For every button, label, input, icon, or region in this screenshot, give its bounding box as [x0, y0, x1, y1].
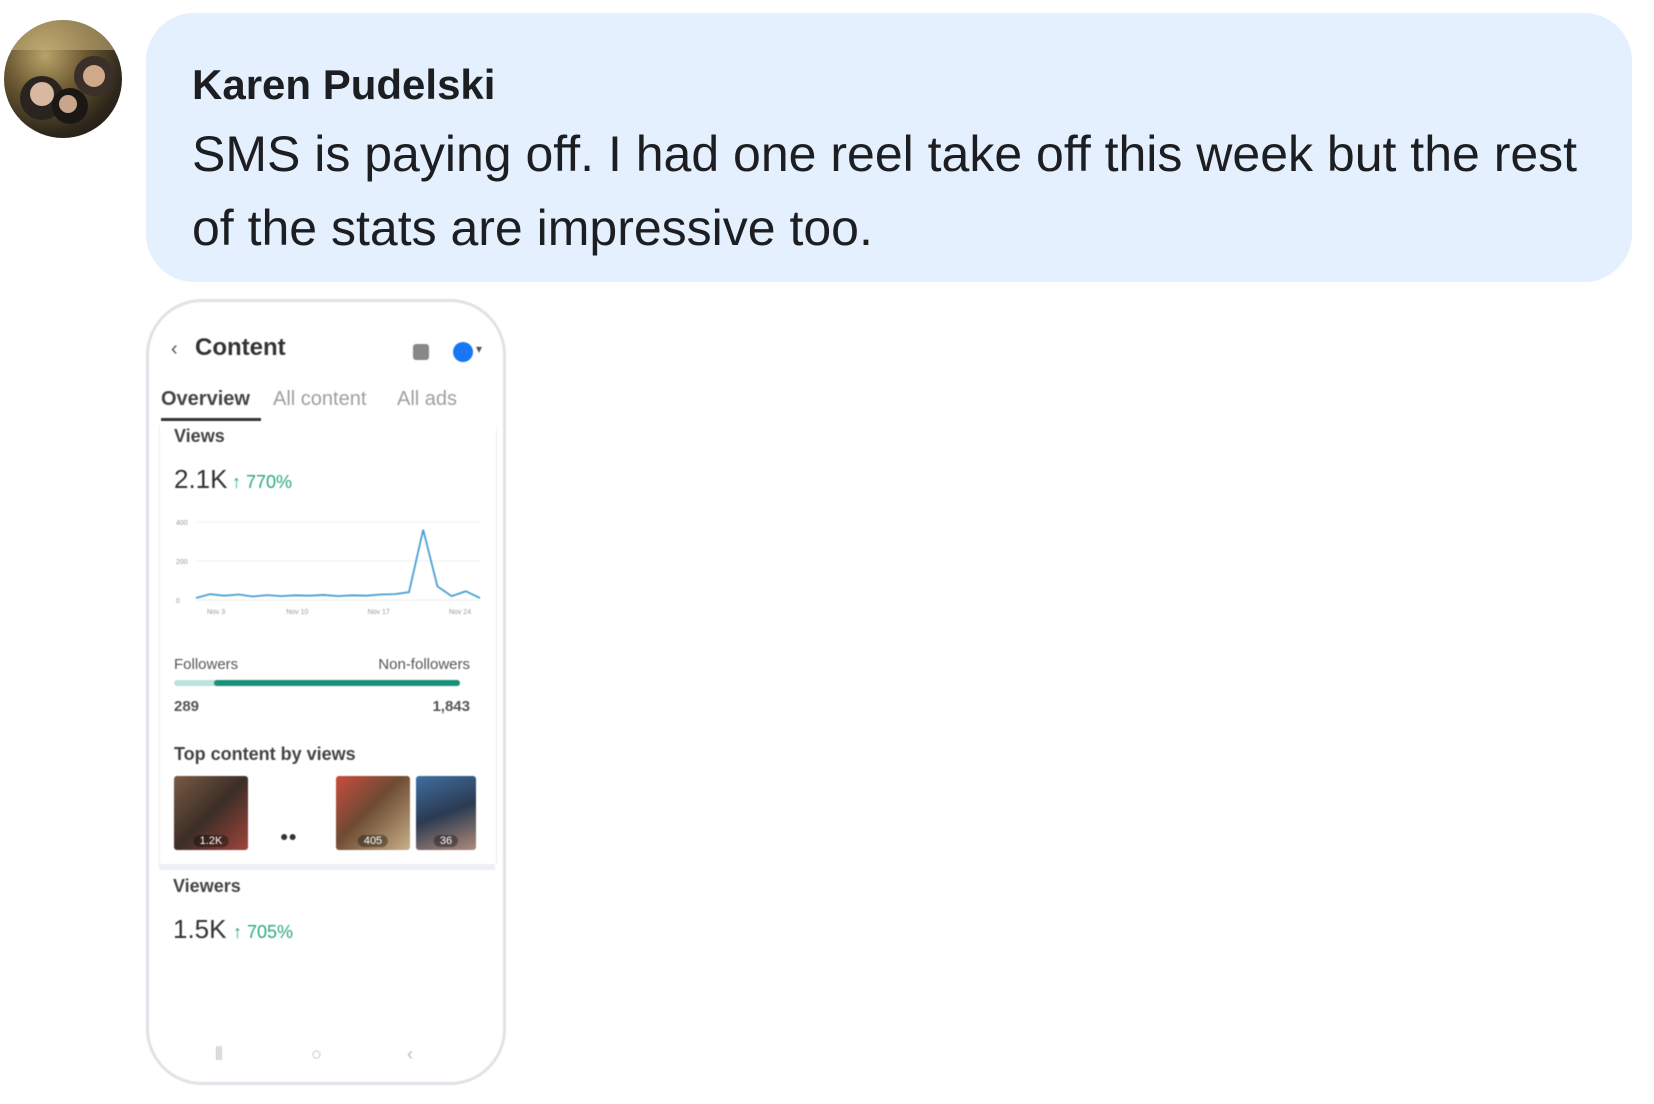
views-change: ↑ 770% [232, 472, 293, 492]
views-chart: 400 200 0 Nov 3 Nov 10 Nov 17 Nov 24 [176, 520, 481, 616]
thumb-1-views: 1.2K [193, 835, 229, 847]
home-icon: ○ [311, 1044, 322, 1064]
thumb-3-views: 405 [357, 835, 389, 847]
top-content-thumb-3: 405 [336, 776, 410, 850]
screenshot-header: ‹ Content ▾ [149, 332, 503, 372]
comment-bubble: Karen Pudelski SMS is paying off. I had … [146, 13, 1632, 282]
x-tick-label: Nov 17 [368, 609, 390, 616]
caret-down-icon: ▾ [476, 342, 483, 356]
facebook-icon [453, 342, 473, 362]
top-content-label: Top content by views [174, 744, 356, 764]
thumb-4-views: 36 [433, 835, 459, 847]
avatar[interactable] [4, 20, 122, 138]
tab-overview: Overview [161, 388, 250, 410]
views-value: 2.1K [174, 464, 228, 494]
back-icon: ‹ [407, 1044, 413, 1064]
chevron-left-icon: ‹ [171, 338, 178, 360]
top-content-thumb-1: 1.2K [174, 776, 248, 850]
followers-value: 289 [174, 698, 200, 715]
viewers-label: Viewers [173, 876, 241, 896]
x-tick-label: Nov 10 [286, 609, 308, 616]
y-tick-label: 0 [176, 598, 180, 605]
nonfollowers-label: Non-followers [378, 656, 470, 673]
views-series-line [195, 529, 481, 599]
calendar-icon [413, 344, 429, 360]
viewers-value: 1.5K [173, 914, 227, 944]
x-tick-label: Nov 3 [207, 609, 225, 616]
overview-card: Views 2.1K ↑ 770% 400 200 0 Nov 3 Nov 10 Nov … [159, 426, 497, 864]
nonfollowers-bar-fill [214, 680, 460, 686]
tab-all-ads: All ads [397, 388, 458, 410]
attached-screenshot[interactable]: ‹ Content ▾ Overview All content All ads… [146, 299, 506, 1085]
avatar-photo [4, 20, 122, 124]
x-tick-label: Nov 24 [449, 609, 471, 616]
views-label: Views [174, 426, 225, 446]
nonfollowers-value: 1,843 [432, 698, 470, 715]
recents-icon: ⦀ [215, 1044, 223, 1064]
top-content-thumb-4: 36 [416, 776, 476, 850]
phone-nav-bar: ⦀ ○ ‹ [149, 1044, 503, 1074]
card-divider [159, 864, 495, 870]
screenshot-tabs: Overview All content All ads [161, 388, 491, 422]
screenshot-title: Content [195, 334, 286, 361]
tab-all-content: All content [273, 388, 367, 410]
top-content-thumb-2: ●● [280, 828, 297, 844]
y-tick-label: 200 [176, 559, 188, 566]
comment-author[interactable]: Karen Pudelski [192, 57, 1586, 113]
followers-label: Followers [174, 656, 239, 673]
y-tick-label: 400 [176, 520, 188, 527]
comment-text: SMS is paying off. I had one reel take o… [192, 126, 1578, 256]
audience-bar [174, 680, 460, 686]
active-tab-indicator [161, 418, 261, 421]
viewers-change: ↑ 705% [233, 922, 294, 942]
